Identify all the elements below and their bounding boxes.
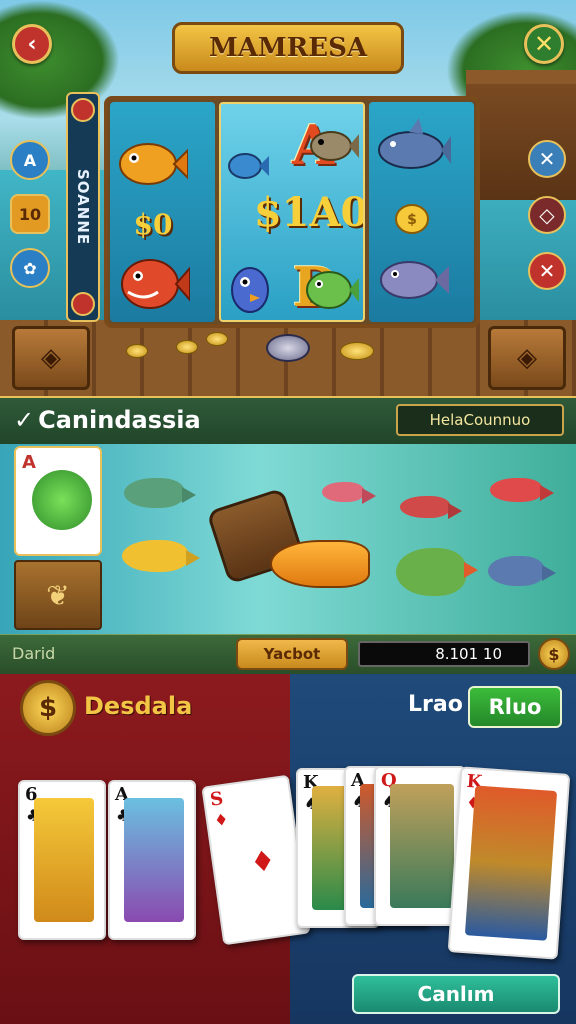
coin-icon-button[interactable]: $ (538, 638, 570, 670)
red-fish-icon (490, 478, 554, 502)
logo-text: MAMRESA (208, 33, 368, 63)
reel-1: $0 (110, 102, 216, 322)
side-fish-card[interactable]: A (14, 446, 102, 556)
balance-display: 8.101 10 (358, 641, 530, 667)
slot-reels: $0 A $1A0 D $ (104, 96, 480, 328)
side-card-rank: A (22, 452, 36, 473)
strip-top-gem-icon (71, 98, 95, 122)
bet-amount-chip[interactable]: 10 (10, 194, 50, 234)
yellow-fish-icon (122, 540, 200, 572)
red-fish-icon (118, 252, 190, 316)
coin-icon (176, 340, 198, 354)
reel-3: $ (368, 102, 474, 322)
face-card-art (124, 798, 184, 922)
ticket-button[interactable]: Yacbot (236, 638, 348, 670)
close-red-icon-button[interactable]: ✕ (528, 252, 566, 290)
coin-icon (340, 342, 374, 360)
fishing-header: ✓ Canindassia HelaCounnuo (0, 396, 576, 444)
green-big-fish-icon (396, 548, 478, 596)
orange-fish-icon (116, 136, 188, 192)
coin-icon (126, 344, 148, 358)
gold-coin-icon: $ (393, 202, 431, 236)
diamond-icon-button[interactable]: ◇ (528, 196, 566, 234)
reel-mid-win-amount: $1A0 (253, 188, 365, 236)
fishing-footer: Darid Yacbot 8.101 10 $ (0, 634, 576, 674)
card-center-suit: ♦ (248, 843, 278, 880)
reel-1-win-amount: $0 (133, 207, 173, 241)
dealer-card[interactable]: 6 ♣ (18, 780, 106, 940)
face-card-art (390, 784, 454, 908)
chevron-left-icon: ‹ (27, 31, 37, 57)
card-suit: ♦ (212, 809, 230, 831)
blue-bird-icon (225, 254, 275, 318)
coin-stack-icon (266, 334, 310, 362)
left-chip-column: A 10 ✿ (10, 140, 54, 302)
footer-label: Darid (12, 644, 56, 663)
coin-icon (206, 332, 228, 346)
svg-text:$: $ (407, 212, 417, 228)
bird-fish-icon (225, 144, 270, 184)
purple-fish-icon (377, 252, 449, 308)
player-action-button[interactable]: Rluo (468, 686, 562, 728)
close-button[interactable]: ✕ (524, 24, 564, 64)
pink-fish-icon (322, 482, 376, 504)
chip-a-button[interactable]: A (10, 140, 50, 180)
paytable-strip[interactable]: SOANNE (66, 92, 100, 322)
cross-icon-button[interactable]: ✕ (528, 140, 566, 178)
fishing-scene: A ❦ (0, 444, 576, 634)
striped-fish-icon (124, 478, 196, 508)
player-label: Lrao (408, 692, 463, 717)
green-fish-icon (303, 264, 359, 316)
flower-icon[interactable]: ✿ (10, 248, 50, 288)
green-fish-icon (32, 470, 92, 530)
player-card[interactable]: K ♦ (447, 766, 571, 960)
treasure-chest-right[interactable]: ◈ (488, 326, 566, 390)
card-rank: S (208, 788, 225, 811)
strip-vertical-text: SOANNE (74, 168, 92, 246)
strip-bottom-gem-icon (71, 292, 95, 316)
close-icon: ✕ (533, 30, 555, 58)
banana-crate-icon[interactable]: ❦ (14, 560, 102, 630)
small-red-fish-icon (400, 496, 462, 519)
face-card-art (34, 798, 94, 922)
fishing-title: ✓ Canindassia (14, 406, 201, 434)
right-button-column: ✕ ◇ ✕ (528, 140, 568, 308)
fishing-title-text: Canindassia (38, 406, 201, 434)
lure-fish-icon (270, 540, 370, 588)
continue-button[interactable]: Canlım (352, 974, 560, 1014)
game-logo: MAMRESA (172, 22, 404, 74)
treasure-chest-left[interactable]: ◈ (12, 326, 90, 390)
reel-2: A $1A0 D (219, 102, 365, 322)
back-button[interactable]: ‹ (12, 24, 52, 64)
fishing-name-field[interactable]: HelaCounnuo (396, 404, 564, 436)
checkmark-icon: ✓ (14, 406, 35, 434)
dealer-coin-icon: $ (20, 680, 76, 736)
shark-icon (373, 116, 451, 180)
dealer-label: Desdala (84, 692, 193, 720)
face-card-art (464, 785, 558, 941)
catfish-icon (307, 124, 359, 168)
palm-tree-left (0, 0, 120, 120)
dealer-card[interactable]: A ♣ (108, 780, 196, 940)
blue-fish-icon (488, 556, 556, 586)
